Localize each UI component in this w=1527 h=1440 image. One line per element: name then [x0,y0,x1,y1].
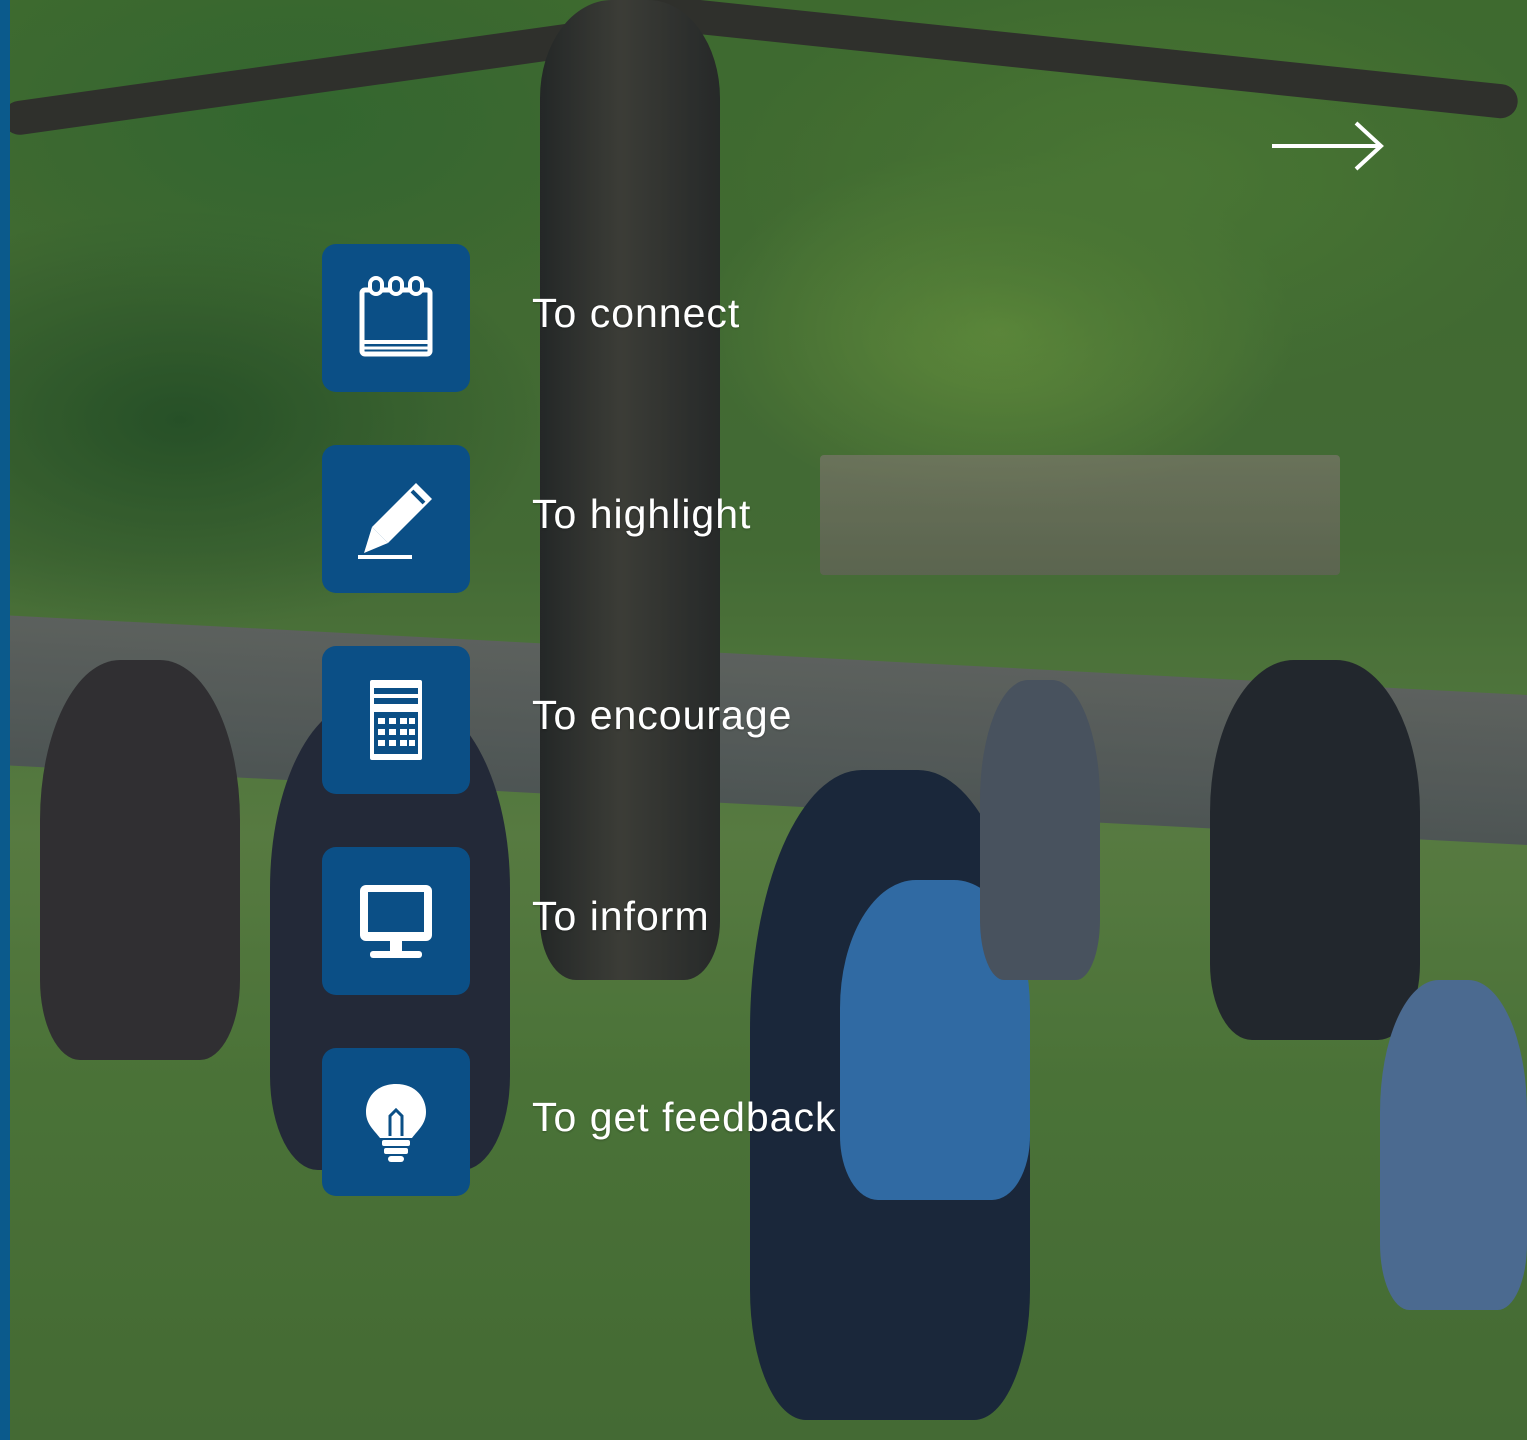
monitor-icon [360,885,432,958]
item-label: To connect [532,290,741,336]
item-label: To get feedback [532,1094,837,1140]
icon-tile [322,244,470,392]
list-item-inform: To inform [322,847,1022,995]
pen-icon [358,483,432,559]
calculator-icon [370,680,422,760]
accent-bar [0,0,10,1440]
lightbulb-icon [366,1084,426,1162]
icon-tile [322,445,470,593]
list-item-feedback: To get feedback [322,1048,1022,1196]
list-item-encourage: To encourage [322,646,1022,794]
icon-tile [322,847,470,995]
notepad-icon [359,276,433,357]
arrow-right-icon[interactable] [1270,120,1386,172]
item-label: To highlight [532,491,752,537]
item-label: To encourage [532,692,793,738]
item-label: To inform [532,893,710,939]
list-item-connect: To connect [322,244,1022,392]
list-item-highlight: To highlight [322,445,1022,593]
icon-tile [322,646,470,794]
icon-tile [322,1048,470,1196]
